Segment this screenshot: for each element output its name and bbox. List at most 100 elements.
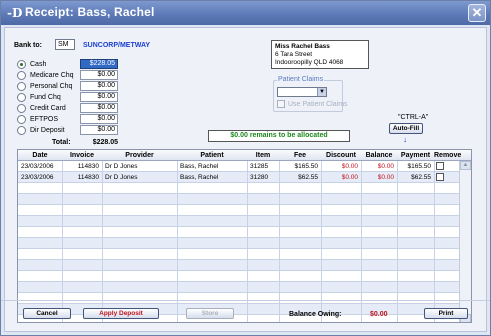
cell-invoice: 114830 — [77, 174, 99, 181]
window-title: Receipt: Bass, Rachel — [25, 5, 155, 19]
column-divider — [102, 161, 103, 322]
bank-code-field[interactable]: SM — [55, 39, 75, 50]
cell-fee: $62.55 — [298, 174, 318, 181]
payment-amount-field[interactable]: $0.00 — [80, 70, 118, 80]
receipt-panel: Bank to: SM SUNCORP/METWAY Cash $228.05 Me… — [4, 27, 487, 332]
vertical-scrollbar[interactable]: ▲ ▼ — [459, 161, 471, 322]
payment-amount-field[interactable]: $0.00 — [80, 125, 118, 135]
payment-radio[interactable] — [17, 82, 26, 91]
table-row[interactable] — [18, 293, 471, 304]
payment-amount-field[interactable]: $0.00 — [80, 114, 118, 124]
payment-radio[interactable] — [17, 93, 26, 102]
table-row[interactable] — [18, 271, 471, 282]
payment-method-label: Credit Card — [30, 105, 66, 112]
column-header[interactable]: Payment — [397, 152, 434, 159]
cell-discount: $0.00 — [341, 174, 358, 181]
patient-name: Miss Rachel Bass — [275, 43, 330, 50]
payment-amount-field[interactable]: $0.00 — [80, 81, 118, 91]
column-header[interactable]: Invoice — [62, 152, 102, 159]
column-divider — [397, 161, 398, 322]
payment-radio[interactable] — [17, 104, 26, 113]
footer-divider — [1, 300, 490, 301]
patient-claims-dropdown[interactable]: ▼ — [277, 87, 327, 97]
bank-name: SUNCORP/METWAY — [83, 42, 151, 49]
remove-checkbox[interactable] — [436, 173, 444, 181]
table-row[interactable] — [18, 282, 471, 293]
column-divider — [62, 161, 63, 322]
bank-label: Bank to: — [14, 42, 42, 49]
column-divider — [321, 161, 322, 322]
scroll-up-icon[interactable]: ▲ — [460, 161, 471, 170]
cell-balance: $0.00 — [377, 163, 394, 170]
column-header[interactable]: Discount — [321, 152, 361, 159]
receipt-window: -D Receipt: Bass, Rachel ✕ Bank to: SM S… — [0, 0, 491, 336]
payment-amount-field[interactable]: $228.05 — [80, 59, 118, 69]
column-header[interactable]: Date — [18, 152, 62, 159]
invoice-table: Date Invoice Provider Patient Item Fee Discoun… — [17, 149, 472, 323]
total-label: Total: — [52, 139, 71, 146]
payment-radio[interactable] — [17, 115, 26, 124]
cancel-button[interactable]: Cancel — [23, 308, 71, 319]
table-row[interactable]: 23/03/2006 114830 Dr D Jones Bass, Rachel 31… — [18, 172, 471, 183]
column-divider — [279, 161, 280, 322]
address-line-2: Indooroopilly QLD 4068 — [275, 59, 344, 66]
chevron-down-icon[interactable]: ▼ — [317, 88, 326, 96]
column-header[interactable]: Balance — [361, 152, 397, 159]
cell-patient: Bass, Rachel — [180, 174, 219, 181]
table-row[interactable] — [18, 205, 471, 216]
column-header[interactable]: Provider — [102, 152, 177, 159]
cell-balance: $0.00 — [377, 174, 394, 181]
table-row[interactable] — [18, 249, 471, 260]
cell-patient: Bass, Rachel — [180, 163, 219, 170]
payment-radio[interactable] — [17, 71, 26, 80]
apply-deposit-button[interactable]: Apply Deposit — [83, 308, 159, 319]
table-row[interactable] — [18, 238, 471, 249]
payment-amount-field[interactable]: $0.00 — [80, 103, 118, 113]
payment-radio[interactable] — [17, 60, 26, 69]
cell-provider: Dr D Jones — [105, 163, 138, 170]
column-divider — [434, 161, 435, 322]
patient-claims-title: Patient Claims — [277, 76, 325, 83]
remove-checkbox[interactable] — [436, 162, 444, 170]
table-row[interactable]: 23/03/2006 114830 Dr D Jones Bass, Rachel 31… — [18, 161, 471, 172]
column-divider — [361, 161, 362, 322]
store-button: Store — [186, 308, 234, 319]
column-header[interactable]: Patient — [177, 152, 247, 159]
autofill-button[interactable]: Auto-Fill — [389, 123, 423, 134]
payment-radio[interactable] — [17, 126, 26, 135]
table-row[interactable] — [18, 194, 471, 205]
address-line-1: 6 Tara Street — [275, 51, 313, 58]
use-claims-checkbox[interactable] — [277, 100, 285, 108]
patient-claims-group: Patient Claims ▼ Use Patient Claims — [273, 76, 348, 112]
table-row[interactable] — [18, 227, 471, 238]
balance-owing-label: Balance Owing: — [289, 311, 342, 318]
column-header[interactable]: Item — [247, 152, 279, 159]
print-button[interactable]: Print — [424, 308, 468, 319]
payment-amount-field[interactable]: $0.00 — [80, 92, 118, 102]
payment-method-label: Cash — [30, 61, 47, 68]
allocation-message: $0.00 remains to be allocated — [208, 130, 350, 142]
cell-provider: Dr D Jones — [105, 174, 138, 181]
payment-method-label: EFTPOS — [30, 116, 59, 123]
column-divider — [177, 161, 178, 322]
payment-method-label: Personal Chq — [30, 83, 73, 90]
cell-payment: $62.55 — [411, 174, 431, 181]
app-logo-icon: -D — [7, 6, 23, 20]
column-header[interactable]: Remove — [434, 152, 461, 159]
cell-date: 23/03/2006 — [21, 163, 54, 170]
cell-payment: $165.50 — [407, 163, 432, 170]
table-row[interactable] — [18, 216, 471, 227]
payment-method-label: Fund Chq — [30, 94, 61, 101]
use-claims-label: Use Patient Claims — [288, 101, 348, 108]
cell-item: 31285 — [250, 163, 269, 170]
arrow-down-icon: ↓ — [403, 135, 407, 144]
payment-method-label: Dir Deposit — [30, 127, 65, 134]
table-row[interactable] — [18, 183, 471, 194]
title-bar[interactable]: -D Receipt: Bass, Rachel ✕ — [1, 1, 490, 25]
table-header: Date Invoice Provider Patient Item Fee Discoun… — [18, 150, 471, 161]
autofill-shortcut-hint: "CTRL-A" — [398, 114, 429, 121]
table-row[interactable] — [18, 260, 471, 271]
close-icon[interactable]: ✕ — [468, 4, 486, 22]
column-header[interactable]: Fee — [279, 152, 321, 159]
total-value: $228.05 — [92, 139, 118, 146]
